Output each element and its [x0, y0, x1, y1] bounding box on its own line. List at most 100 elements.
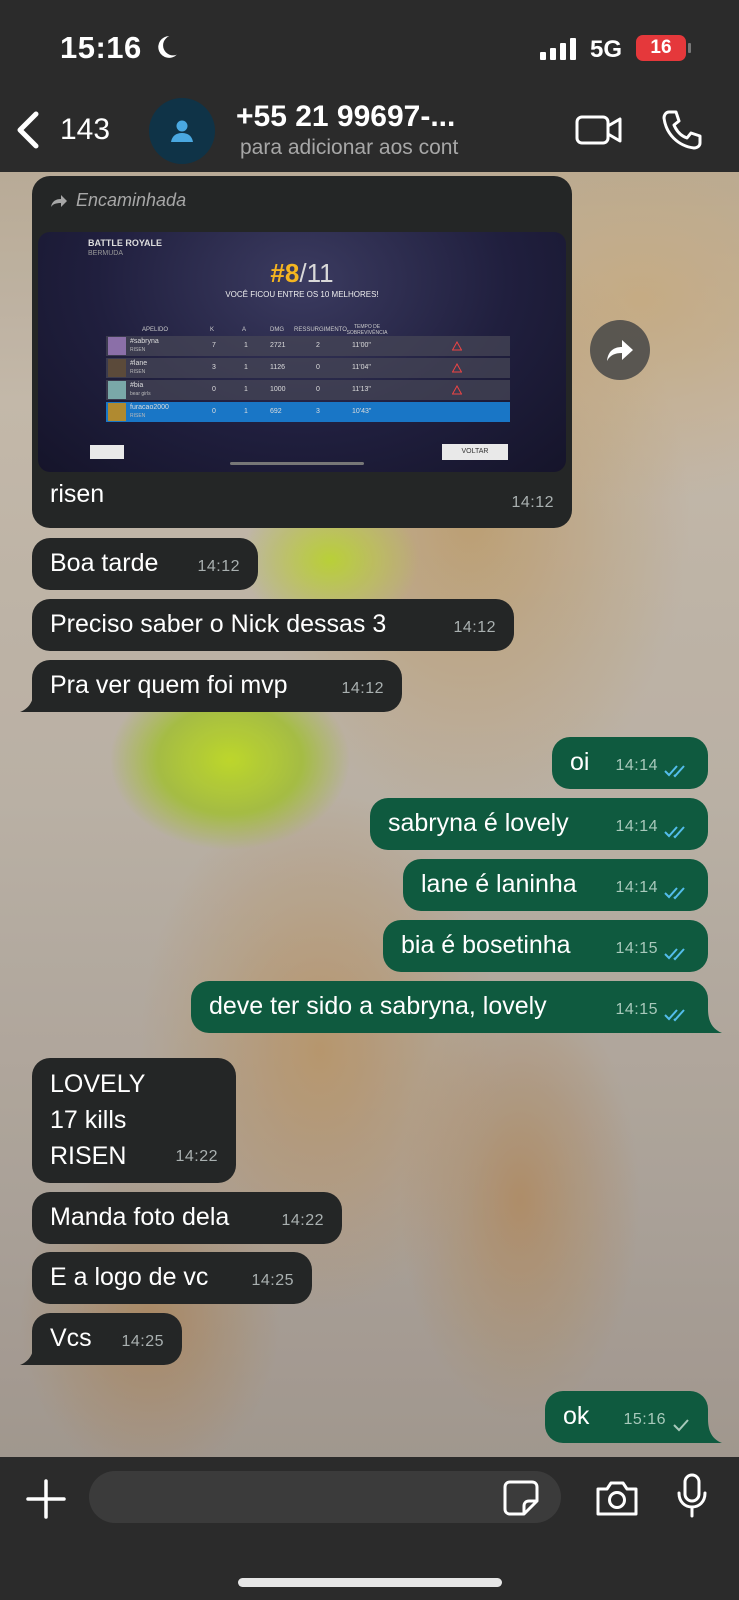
message-time: 14:14 — [615, 818, 658, 835]
table-row: #lane RISEN 3 1 1126 0 11'04" — [106, 358, 510, 378]
message-line: LOVELY — [50, 1070, 146, 1098]
plus-icon[interactable] — [26, 1479, 66, 1519]
message-time: 14:14 — [615, 757, 658, 774]
assists: 1 — [244, 364, 248, 371]
forwarded-media-message[interactable]: Encaminhada BATTLE ROYALE BERMUDA #8/11 … — [32, 176, 572, 528]
message-text: E a logo de vc — [50, 1263, 209, 1291]
message-text: oi — [570, 748, 590, 776]
message-bubble[interactable]: lane é laninha 14:14 — [403, 859, 708, 911]
message-bubble[interactable]: Manda foto dela 14:22 — [32, 1192, 342, 1244]
moon-icon — [158, 36, 177, 58]
message-bubble[interactable]: Boa tarde 14:12 — [32, 538, 258, 590]
contact-name[interactable]: +55 21 99697-... — [236, 100, 455, 134]
warning-icon — [452, 385, 462, 395]
damage: 1126 — [270, 364, 286, 371]
survival-time: 11'13" — [352, 386, 371, 393]
battery-level: 16 — [650, 37, 672, 58]
message-bubble[interactable]: ok 15:16 — [545, 1391, 708, 1443]
message-text: Preciso saber o Nick dessas 3 — [50, 610, 387, 638]
message-time: 14:14 — [615, 879, 658, 896]
message-time: 14:22 — [281, 1212, 324, 1229]
assists: 1 — [244, 408, 248, 415]
bubble-tail — [700, 1009, 722, 1033]
forward-icon — [607, 340, 633, 361]
message-time: 14:15 — [615, 1001, 658, 1018]
video-call-icon[interactable] — [574, 110, 624, 150]
result-tabs — [90, 445, 124, 459]
microphone-icon[interactable] — [676, 1473, 708, 1519]
message-line: 17 kills — [50, 1106, 127, 1134]
signal-icon — [540, 38, 576, 60]
chat-header: 15:16 5G 16 143 +55 21 99697-... para ad… — [0, 0, 739, 172]
message-bubble[interactable]: sabryna é lovely 14:14 — [370, 798, 708, 850]
message-text: lane é laninha — [421, 870, 577, 898]
chevron-left-icon — [17, 111, 39, 149]
survival-time: 10'43" — [352, 408, 372, 415]
message-text: ok — [563, 1402, 590, 1430]
forwarded-label: Encaminhada — [50, 190, 186, 211]
message-bubble[interactable]: Preciso saber o Nick dessas 3 14:12 — [32, 599, 514, 651]
message-bubble[interactable]: Vcs 14:25 — [32, 1313, 182, 1365]
sticker-icon[interactable] — [502, 1479, 540, 1517]
kills: 3 — [212, 364, 216, 371]
damage: 1000 — [270, 386, 286, 393]
col-header: APELIDO — [142, 327, 169, 333]
bubble-tail — [20, 1341, 42, 1365]
home-indicator[interactable] — [238, 1578, 502, 1587]
message-bubble[interactable]: bia é bosetinha 14:15 — [383, 920, 708, 972]
col-header: RESSURGIMENTO — [294, 327, 347, 333]
phone-icon[interactable] — [660, 108, 704, 152]
game-result-image[interactable]: BATTLE ROYALE BERMUDA #8/11 VOCÊ FICOU E… — [38, 232, 566, 472]
player-nick: #bia — [130, 382, 144, 389]
survival-time: 11'00" — [352, 342, 371, 349]
forwarded-text: Encaminhada — [76, 190, 187, 210]
message-text: Boa tarde — [50, 549, 159, 577]
unread-count: 143 — [60, 113, 111, 146]
share-button[interactable] — [590, 320, 650, 380]
message-time: 14:12 — [453, 619, 496, 636]
message-input[interactable] — [89, 1471, 561, 1523]
bubble-tail — [700, 1419, 722, 1443]
message-bubble[interactable]: Pra ver quem foi mvp 14:12 — [32, 660, 402, 712]
game-map: BERMUDA — [88, 250, 124, 257]
player-nick: furacao2000 — [130, 404, 169, 411]
battery-icon: 16 — [636, 35, 686, 61]
message-bubble[interactable]: oi 14:14 — [552, 737, 708, 789]
warning-icon — [452, 341, 462, 351]
back-button[interactable]: 143 — [14, 104, 124, 156]
table-row: #bia bear girls 0 1 1000 0 11'13" — [106, 380, 510, 400]
message-time: 14:12 — [511, 494, 554, 511]
kills: 7 — [212, 342, 216, 349]
message-bubble[interactable]: deve ter sido a sabryna, lovely 14:15 — [191, 981, 708, 1033]
read-receipt-icon — [664, 1009, 685, 1022]
revives: 0 — [316, 364, 320, 371]
read-receipt-icon — [664, 948, 685, 961]
sent-check-icon — [673, 1419, 689, 1432]
composer-bar — [0, 1457, 739, 1600]
person-icon — [171, 120, 193, 142]
back-game-button: VOLTAR — [442, 444, 508, 460]
message-text: Pra ver quem foi mvp — [50, 671, 288, 699]
contact-subtitle[interactable]: para adicionar aos cont — [240, 136, 458, 160]
player-team: RISEN — [130, 413, 146, 419]
revives: 0 — [316, 386, 320, 393]
contact-avatar[interactable] — [149, 98, 215, 164]
network-type: 5G — [590, 36, 623, 63]
forward-arrow-icon — [51, 194, 67, 207]
player-avatar — [108, 359, 126, 377]
kills: 0 — [212, 408, 216, 415]
col-header: K — [210, 327, 215, 333]
table-row: #sabryna RISEN 7 1 2721 2 11'00" — [106, 336, 510, 356]
read-receipt-icon — [664, 826, 685, 839]
assists: 1 — [244, 386, 248, 393]
camera-icon[interactable] — [594, 1479, 640, 1517]
message-text: Manda foto dela — [50, 1203, 230, 1231]
player-team: bear girls — [130, 391, 151, 397]
damage: 692 — [270, 408, 282, 415]
player-team: RISEN — [130, 369, 146, 375]
message-bubble[interactable]: LOVELY 17 kills RISEN 14:22 — [32, 1058, 236, 1183]
message-text: sabryna é lovely — [388, 809, 569, 837]
message-bubble[interactable]: E a logo de vc 14:25 — [32, 1252, 312, 1304]
message-time: 14:25 — [251, 1272, 294, 1289]
media-caption: risen — [50, 480, 105, 508]
